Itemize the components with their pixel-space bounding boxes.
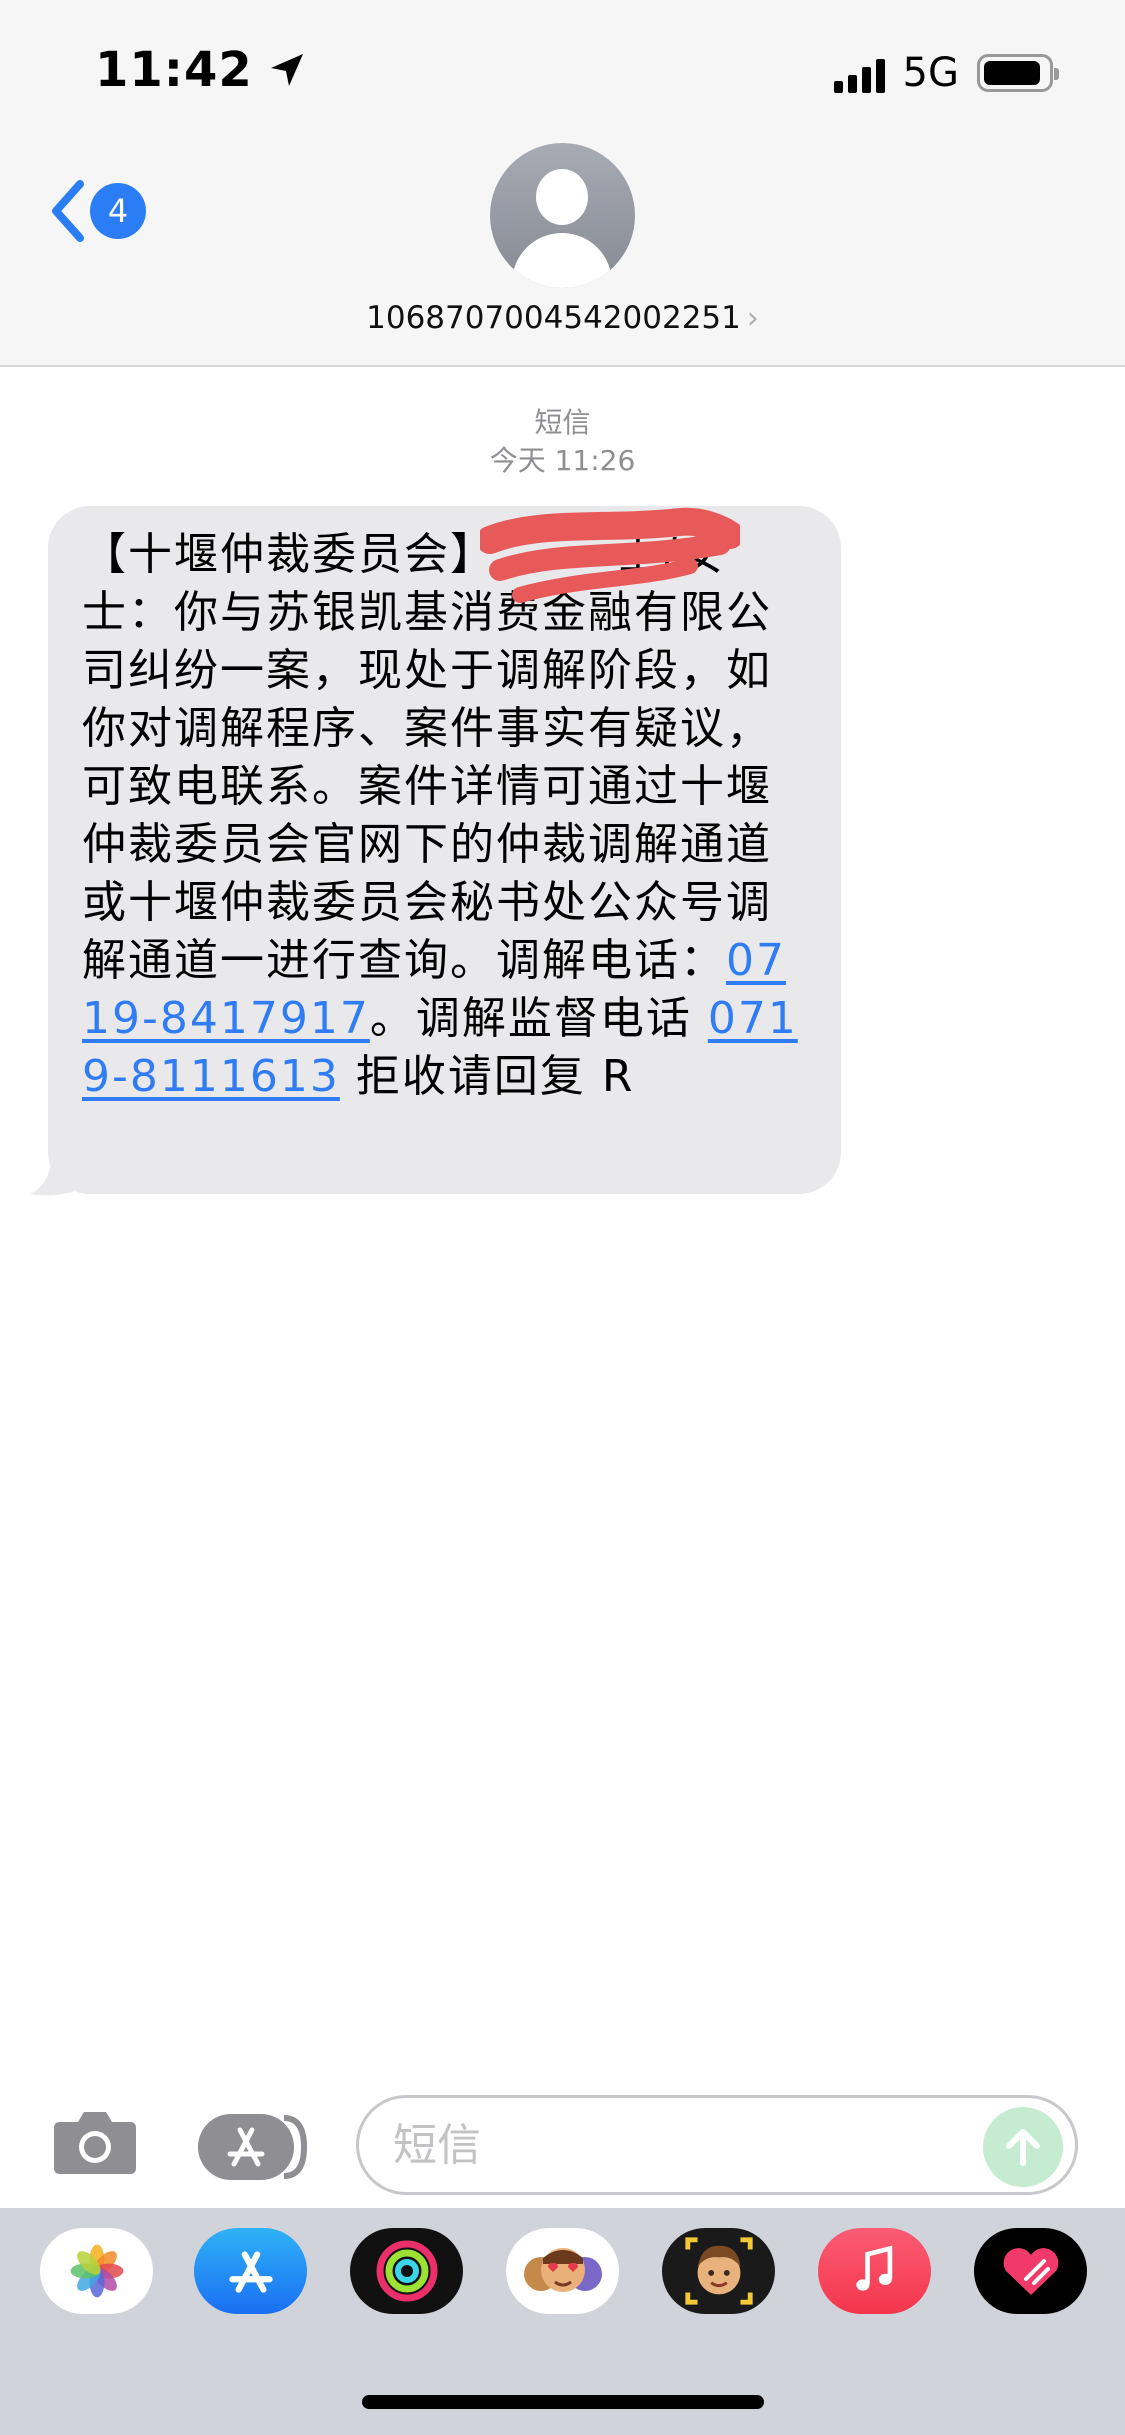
message-input[interactable] (393, 2112, 953, 2178)
location-arrow-icon (270, 54, 303, 86)
message-input-container (356, 2095, 1078, 2195)
signal-icon (833, 53, 885, 93)
chevron-left-icon (52, 180, 84, 242)
digital-touch-icon[interactable] (974, 2228, 1087, 2314)
memoji-stickers-icon[interactable] (506, 2228, 619, 2314)
message-body-3: 拒收请回复 R (339, 1051, 635, 1102)
unread-badge: 4 (90, 183, 146, 239)
message-sender-tag: 【十堰仲裁委员会】 (82, 529, 496, 580)
messages-screen: 11:42 5G 4 1068707004542002251 › 短信 今天 1… (0, 0, 1125, 2435)
send-arrow-icon (1006, 2129, 1040, 2166)
service-label: 短信 (534, 406, 591, 439)
back-button[interactable]: 4 (46, 178, 146, 244)
message-body-2: 。调解监督电话 (369, 993, 708, 1044)
compose-bar (0, 2078, 1125, 2208)
status-indicators: 5G (833, 50, 1059, 96)
contact-details-link[interactable]: 1068707004542002251 › (0, 300, 1125, 336)
redaction-scribble (480, 507, 740, 603)
contact-number: 1068707004542002251 (366, 300, 741, 336)
camera-icon[interactable] (50, 2106, 140, 2176)
avatar-icon[interactable] (490, 143, 635, 288)
chevron-right-icon: › (746, 301, 759, 336)
music-icon[interactable] (818, 2228, 931, 2314)
photos-icon[interactable] (40, 2228, 153, 2314)
status-time: 11:42 (95, 42, 307, 98)
message-timestamp: 今天 11:26 (489, 444, 636, 477)
home-indicator[interactable] (362, 2395, 764, 2409)
network-type: 5G (902, 50, 959, 96)
message-text: 【十堰仲裁委员会】 士/女士：你与苏银凯基消费金融有限公司纠纷一案，现处于调解阶段… (82, 526, 811, 1106)
clock-label: 11:42 (95, 42, 253, 98)
fitness-icon[interactable] (350, 2228, 463, 2314)
app-store-icon[interactable] (198, 2114, 308, 2180)
send-button[interactable] (983, 2107, 1063, 2187)
battery-icon (977, 54, 1059, 92)
memoji-icon[interactable] (662, 2228, 775, 2314)
app-store-icon[interactable] (194, 2228, 307, 2314)
thread-meta: 短信 今天 11:26 (0, 404, 1125, 480)
conversation-header: 11:42 5G 4 1068707004542002251 › (0, 0, 1125, 367)
